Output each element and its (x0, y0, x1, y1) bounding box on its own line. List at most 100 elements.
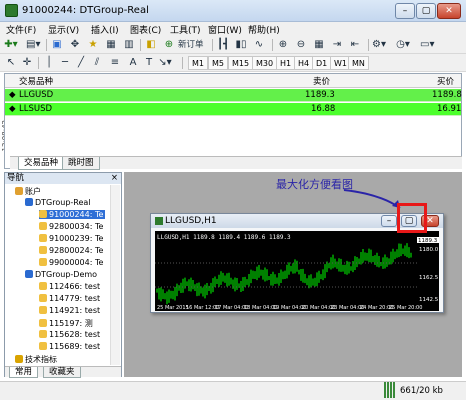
tester-icon[interactable]: ▥ (122, 38, 136, 52)
account-icon (39, 342, 47, 350)
bar-chart-icon[interactable]: ┃┫ (216, 38, 230, 52)
row-symbol: LLSUSD (19, 104, 53, 114)
column-symbol[interactable]: 交易品种 (19, 75, 53, 87)
tree-account[interactable]: 114921: test (39, 306, 100, 315)
editor-icon[interactable]: ◧ (144, 38, 158, 52)
menu-view[interactable]: 显示(V) (48, 23, 79, 36)
crosshair-icon[interactable]: ✛ (20, 56, 34, 70)
tree-account[interactable]: 115689: test (39, 342, 100, 351)
tree-label: 92800034: Te (49, 222, 104, 231)
timeframe-m5[interactable]: M5 (208, 56, 228, 70)
arrows-icon[interactable]: ↘▾ (158, 56, 172, 70)
new-order-button[interactable]: 新订单 (178, 38, 204, 52)
tab-favorites[interactable]: 收藏夹 (43, 367, 81, 378)
server-icon (25, 270, 33, 278)
maximize-button[interactable]: ▢ (416, 3, 436, 19)
tile-windows-icon[interactable]: ▦ (312, 38, 326, 52)
tree-label: 112466: test (49, 282, 101, 291)
navigator-icon[interactable]: ★ (86, 38, 100, 52)
navigator-title: 导航 (7, 173, 25, 183)
timeframe-m15[interactable]: M15 (228, 56, 254, 70)
status-bar: 661/20 kb (0, 381, 466, 400)
templates-icon[interactable]: ▭▾ (420, 38, 434, 52)
candle-chart-icon[interactable]: ▮▯ (234, 38, 248, 52)
market-watch-header: 交易品种 卖价 买价 (5, 74, 461, 88)
account-icon (39, 246, 47, 254)
tree-label: 115628: test (49, 330, 101, 339)
account-icon (39, 306, 47, 314)
tree-account[interactable]: 115197: 测 (39, 318, 93, 329)
accounts-icon (15, 187, 23, 195)
vertical-line-icon[interactable]: │ (42, 56, 56, 70)
tree-account[interactable]: 92800024: Te (39, 246, 103, 255)
tree-indicators[interactable]: 技术指标 (15, 354, 57, 365)
market-watch-icon[interactable]: ▣ (50, 38, 64, 52)
line-chart-icon[interactable]: ∿ (252, 38, 266, 52)
table-row[interactable]: ◆ LLSUSD 16.88 16.91 (5, 103, 461, 116)
tree-account[interactable]: 115628: test (39, 330, 100, 339)
column-bid[interactable]: 卖价 (313, 75, 330, 87)
tree-account[interactable]: 99000004: Te (39, 258, 103, 267)
profiles-icon[interactable]: ▤▾ (26, 38, 40, 52)
autoscroll-icon[interactable]: ⇥ (330, 38, 344, 52)
chart-info: LLGUSD,H1 1189.8 1189.4 1189.6 1189.3 (157, 234, 291, 241)
account-icon (39, 294, 47, 302)
chart-shift-icon[interactable]: ⇤ (348, 38, 362, 52)
terminal-icon[interactable]: ▦ (104, 38, 118, 52)
zoom-in-icon[interactable]: ⊕ (276, 38, 290, 52)
tree-label: 91000244: Te (49, 210, 104, 219)
minimize-button[interactable]: – (395, 3, 415, 19)
timeframe-h4[interactable]: H4 (294, 56, 314, 70)
new-chart-icon[interactable]: ✚▾ (4, 38, 18, 52)
account-icon (39, 282, 47, 290)
tab-tick-chart[interactable]: 跳时图 (62, 157, 100, 170)
channel-icon[interactable]: ⫽ (90, 56, 104, 70)
tree-server-demo[interactable]: DTGroup-Demo (25, 270, 97, 279)
tree-account[interactable]: 112466: test (39, 282, 100, 291)
timeframe-mn[interactable]: MN (348, 56, 369, 70)
tab-common[interactable]: 常用 (9, 367, 39, 378)
table-row[interactable]: ◆ LLGUSD 1189.3 1189.8 (5, 89, 462, 102)
crosshair-nav-icon[interactable]: ✥ (68, 38, 82, 52)
tree-account[interactable]: 92800034: Te (39, 222, 103, 231)
timeframe-m1[interactable]: M1 (188, 56, 208, 70)
zoom-out-icon[interactable]: ⊖ (294, 38, 308, 52)
trendline-icon[interactable]: ╱ (74, 56, 88, 70)
new-order-icon[interactable]: ⊕ (162, 38, 176, 52)
tree-account[interactable]: 91000239: Te (39, 234, 103, 243)
menu-help[interactable]: 帮助(H) (248, 23, 280, 36)
menu-insert[interactable]: 插入(I) (91, 23, 119, 36)
timeframe-m30[interactable]: M30 (252, 56, 278, 70)
close-button[interactable]: ✕ (437, 3, 461, 19)
tree-label: DTGroup-Real (35, 198, 91, 207)
tab-symbols[interactable]: 交易品种 (18, 157, 65, 170)
column-ask[interactable]: 买价 (437, 75, 454, 87)
tree-server-real[interactable]: DTGroup-Real (25, 198, 91, 207)
account-icon (39, 330, 47, 338)
horizontal-line-icon[interactable]: ─ (58, 56, 72, 70)
time-axis: 25 Mar 201516 Mar 12:0017 Mar 04:0018 Ma… (157, 305, 422, 311)
navigator-scrollbar[interactable] (110, 185, 120, 365)
tree-account[interactable]: 91000244: Te (39, 210, 106, 219)
cursor-icon[interactable]: ↖ (4, 56, 18, 70)
label-tool-icon[interactable]: T (142, 56, 156, 70)
traffic-label: 661/20 kb (400, 386, 443, 396)
price-chart[interactable]: LLGUSD,H1 1189.8 1189.4 1189.6 1189.3 11… (155, 231, 439, 311)
menu-tools[interactable]: 工具(T) (170, 23, 201, 36)
row-symbol: LLGUSD (19, 90, 54, 100)
menu-window[interactable]: 窗口(W) (208, 23, 242, 36)
fibonacci-icon[interactable]: ≡ (108, 56, 122, 70)
chart-minimize-button[interactable]: – (381, 215, 397, 227)
menu-file[interactable]: 文件(F) (6, 23, 36, 36)
timeframe-d1[interactable]: D1 (312, 56, 332, 70)
text-tool-icon[interactable]: A (126, 56, 140, 70)
row-bid: 16.88 (311, 104, 336, 114)
menu-charts[interactable]: 图表(C) (130, 23, 161, 36)
indicators-icon[interactable]: ⚙▾ (372, 38, 386, 52)
timeframe-h1[interactable]: H1 (276, 56, 296, 70)
navigator-close-button[interactable]: × (111, 173, 118, 184)
navigator-tabs: 常用 收藏夹 (5, 366, 121, 378)
tree-account[interactable]: 114779: test (39, 294, 100, 303)
periods-icon[interactable]: ◷▾ (396, 38, 410, 52)
tree-accounts[interactable]: 账户 (15, 186, 41, 197)
